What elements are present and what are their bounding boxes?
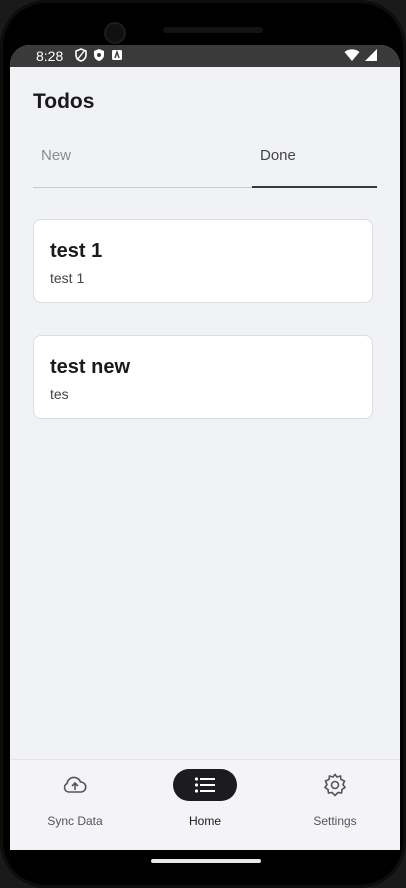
gesture-navigation-bar[interactable] <box>151 859 261 863</box>
status-notification-icons <box>75 48 123 62</box>
front-camera <box>104 22 126 44</box>
nav-label: Home <box>188 814 221 828</box>
status-bar: 8:28 <box>10 45 400 67</box>
todo-card[interactable]: test 1 test 1 <box>33 219 373 303</box>
signal-icon <box>364 48 378 62</box>
status-system-icons <box>344 48 378 62</box>
wifi-icon <box>344 48 360 62</box>
tab-selected-indicator <box>252 186 377 188</box>
tab-new[interactable]: New <box>41 147 71 164</box>
list-icon <box>194 776 216 799</box>
todo-card[interactable]: test new tes <box>33 335 373 419</box>
app-screen: 8:28 Todos New Done test 1 test 1 test n… <box>10 45 400 850</box>
cloud-upload-icon <box>62 772 88 803</box>
todo-description: test 1 <box>50 270 85 286</box>
tab-done[interactable]: Done <box>260 147 296 164</box>
privacy-icon <box>93 48 105 62</box>
android-icon <box>111 48 123 62</box>
gear-icon <box>322 772 348 803</box>
todo-description: tes <box>50 386 69 402</box>
bottom-navigation: Sync Data Home Settings <box>10 759 400 850</box>
todo-title: test 1 <box>50 240 103 262</box>
status-time: 8:28 <box>36 48 64 64</box>
earpiece-speaker <box>163 27 263 33</box>
page-title: Todos <box>33 90 95 113</box>
todo-title: test new <box>50 356 131 378</box>
nav-label: Sync Data <box>47 814 103 828</box>
nav-home[interactable]: Home <box>140 760 270 850</box>
phone-frame: 8:28 Todos New Done test 1 test 1 test n… <box>0 0 406 888</box>
todo-tabs: New Done <box>33 143 377 188</box>
nav-settings[interactable]: Settings <box>270 760 400 850</box>
shield-icon <box>75 48 87 62</box>
nav-label: Settings <box>313 814 357 828</box>
nav-sync-data[interactable]: Sync Data <box>10 760 140 850</box>
